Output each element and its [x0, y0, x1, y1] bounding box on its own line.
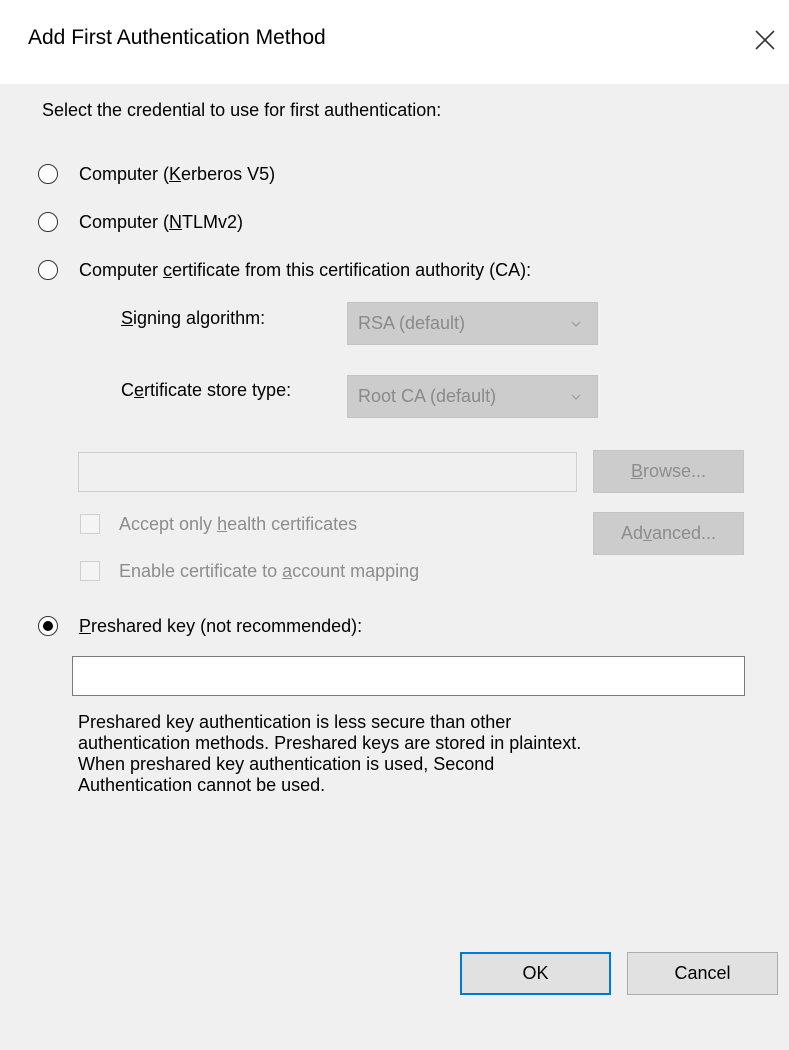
radio-preshared-key-label: Preshared key (not recommended): [79, 616, 363, 636]
signing-algorithm-label: Signing algorithm: [121, 308, 266, 328]
radio-ntlm-circle[interactable] [38, 212, 58, 232]
radio-kerberos[interactable]: Computer (Kerberos V5) [38, 158, 358, 188]
certificate-store-select[interactable]: Root CA (default) [347, 375, 598, 418]
ok-button-label: OK [522, 963, 549, 983]
radio-ntlm[interactable]: Computer (NTLMv2) [38, 206, 358, 236]
description-line: Authentication cannot be used. [78, 775, 326, 795]
instruction-text: Select the credential to use for first a… [42, 100, 442, 120]
account-mapping-option[interactable]: Enable certificate to account mapping [80, 557, 520, 587]
radio-certificate-label: Computer certificate from this certifica… [79, 260, 532, 280]
ok-button[interactable]: OK [460, 952, 611, 995]
radio-preshared-key[interactable]: Preshared key (not recommended): [38, 610, 458, 640]
chevron-down-icon [571, 321, 581, 327]
browse-button[interactable]: Browse... [593, 450, 744, 493]
description-line: When preshared key authentication is use… [78, 754, 495, 774]
health-certificates-label: Accept only health certificates [119, 514, 358, 534]
cancel-button-label: Cancel [674, 963, 731, 983]
add-first-authentication-dialog: Add First Authentication Method Select t… [0, 0, 789, 1050]
browse-button-label: Browse... [630, 461, 707, 481]
title-bar: Add First Authentication Method [0, 0, 789, 84]
close-button[interactable] [747, 22, 783, 58]
health-certificates-option[interactable]: Accept only health certificates [80, 510, 500, 540]
description-line: authentication methods. Preshared keys a… [78, 733, 582, 753]
signing-algorithm-select[interactable]: RSA (default) [347, 302, 598, 345]
radio-ntlm-label: Computer (NTLMv2) [79, 212, 244, 232]
radio-certificate-circle[interactable] [38, 260, 58, 280]
description-line: Preshared key authentication is less sec… [78, 712, 512, 732]
preshared-key-description: Preshared key authentication is less sec… [78, 712, 758, 796]
certificate-store-value: Root CA (default) [358, 386, 497, 406]
signing-algorithm-value: RSA (default) [358, 313, 466, 333]
chevron-down-icon [571, 394, 581, 400]
radio-certificate[interactable]: Computer certificate from this certifica… [38, 254, 738, 284]
account-mapping-label: Enable certificate to account mapping [119, 561, 420, 581]
dialog-title: Add First Authentication Method [28, 26, 326, 49]
radio-kerberos-circle[interactable] [38, 164, 58, 184]
cancel-button[interactable]: Cancel [627, 952, 778, 995]
certificate-store-label: Certificate store type: [121, 380, 292, 400]
advanced-button-label: Advanced... [620, 523, 717, 543]
radio-preshared-key-circle[interactable] [38, 616, 58, 636]
health-certificates-checkbox[interactable] [80, 514, 100, 534]
close-icon [755, 30, 775, 50]
preshared-key-input[interactable] [72, 656, 745, 696]
account-mapping-checkbox[interactable] [80, 561, 100, 581]
ca-name-input[interactable] [78, 452, 577, 492]
advanced-button[interactable]: Advanced... [593, 512, 744, 555]
radio-kerberos-label: Computer (Kerberos V5) [79, 164, 276, 184]
